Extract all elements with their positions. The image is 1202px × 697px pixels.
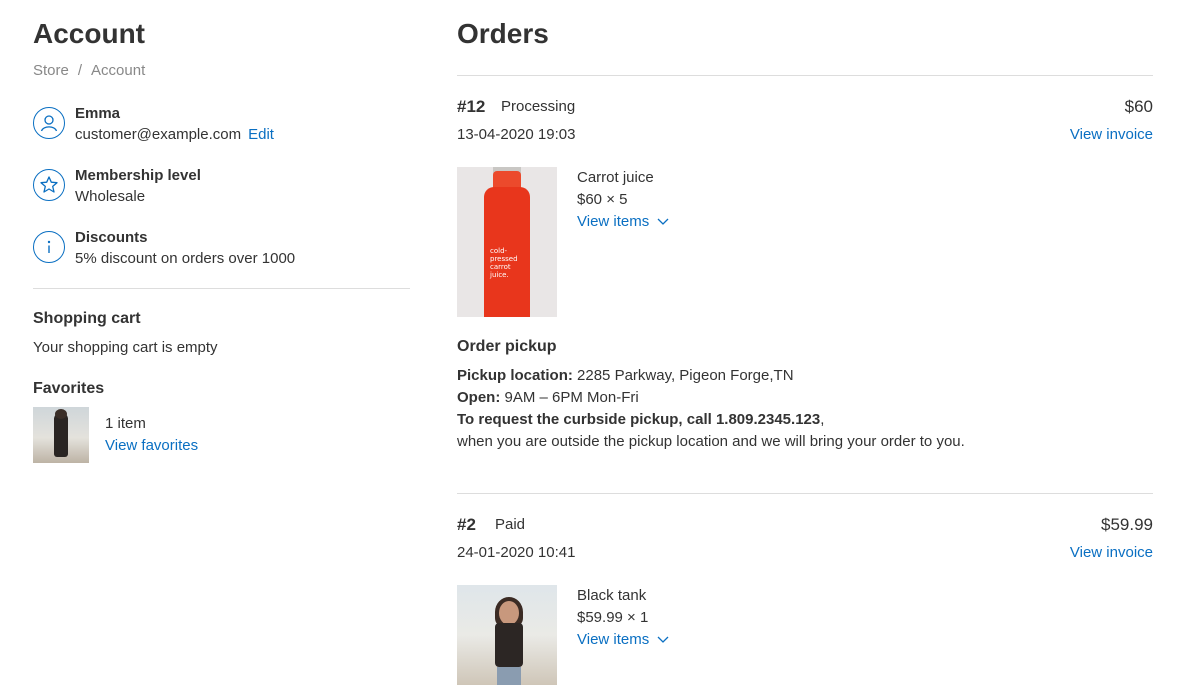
page-title: Account [33,18,145,49]
pickup-note: when you are outside the pickup location… [457,433,965,450]
order-total: $60 [1124,97,1153,116]
profile-name: Emma [75,105,121,122]
favorite-thumbnail[interactable] [33,407,89,463]
chevron-down-icon [657,636,669,643]
discounts-row: Discounts 5% discount on orders over 100… [33,227,295,269]
product-image-black-tank[interactable] [457,585,557,685]
order-id: #2 [457,515,476,534]
pickup-request: To request the curbside pickup, call 1.8… [457,411,825,428]
info-icon [33,231,65,263]
pickup-location: Pickup location: 2285 Parkway, Pigeon Fo… [457,367,794,384]
breadcrumb-store[interactable]: Store [33,62,69,79]
view-favorites-link[interactable]: View favorites [105,437,198,454]
divider [457,75,1153,76]
cart-title: Shopping cart [33,310,141,327]
product-name: Black tank [577,587,647,604]
discounts-title: Discounts [75,229,148,246]
discounts-value: 5% discount on orders over 1000 [75,250,296,267]
membership-row: Membership level Wholesale [33,165,201,207]
orders-title: Orders [457,18,549,49]
favorites-title: Favorites [33,380,105,397]
order-id: #12 [457,97,486,116]
product-name: Carrot juice [577,169,654,186]
order-date: 24-01-2020 10:41 [457,544,576,561]
breadcrumb-current: Account [91,62,146,79]
product-price: $60 × 5 [577,191,628,208]
star-icon [33,169,65,201]
divider [457,493,1153,494]
product-image-carrot-juice[interactable]: cold-pressed carrot juice. [457,167,557,317]
pickup-title: Order pickup [457,338,557,355]
view-items-label: View items [577,631,650,648]
membership-title: Membership level [75,167,201,184]
order-status: Paid [495,516,526,533]
order-date: 13-04-2020 19:03 [457,126,576,143]
edit-profile-link[interactable]: Edit [248,126,274,143]
chevron-down-icon [657,218,669,225]
profile-row: Emma customer@example.com Edit [33,103,274,145]
view-invoice-link[interactable]: View invoice [1070,544,1153,561]
profile-email: customer@example.com [75,126,242,143]
view-invoice-link[interactable]: View invoice [1070,126,1153,143]
order-status: Processing [501,98,576,115]
cart-status: Your shopping cart is empty [33,339,218,356]
divider [33,288,410,289]
breadcrumb: Store / Account [33,62,146,79]
view-items-link[interactable]: View items [577,631,669,648]
pickup-hours: Open: 9AM – 6PM Mon-Fri [457,389,639,406]
product-label-text: cold-pressed carrot juice. [490,247,518,279]
favorites-count: 1 item [105,415,146,432]
user-icon [33,107,65,139]
order-total: $59.99 [1101,515,1153,534]
view-items-label: View items [577,213,650,230]
product-price: $59.99 × 1 [577,609,649,626]
view-items-link[interactable]: View items [577,213,669,230]
membership-value: Wholesale [75,188,146,205]
